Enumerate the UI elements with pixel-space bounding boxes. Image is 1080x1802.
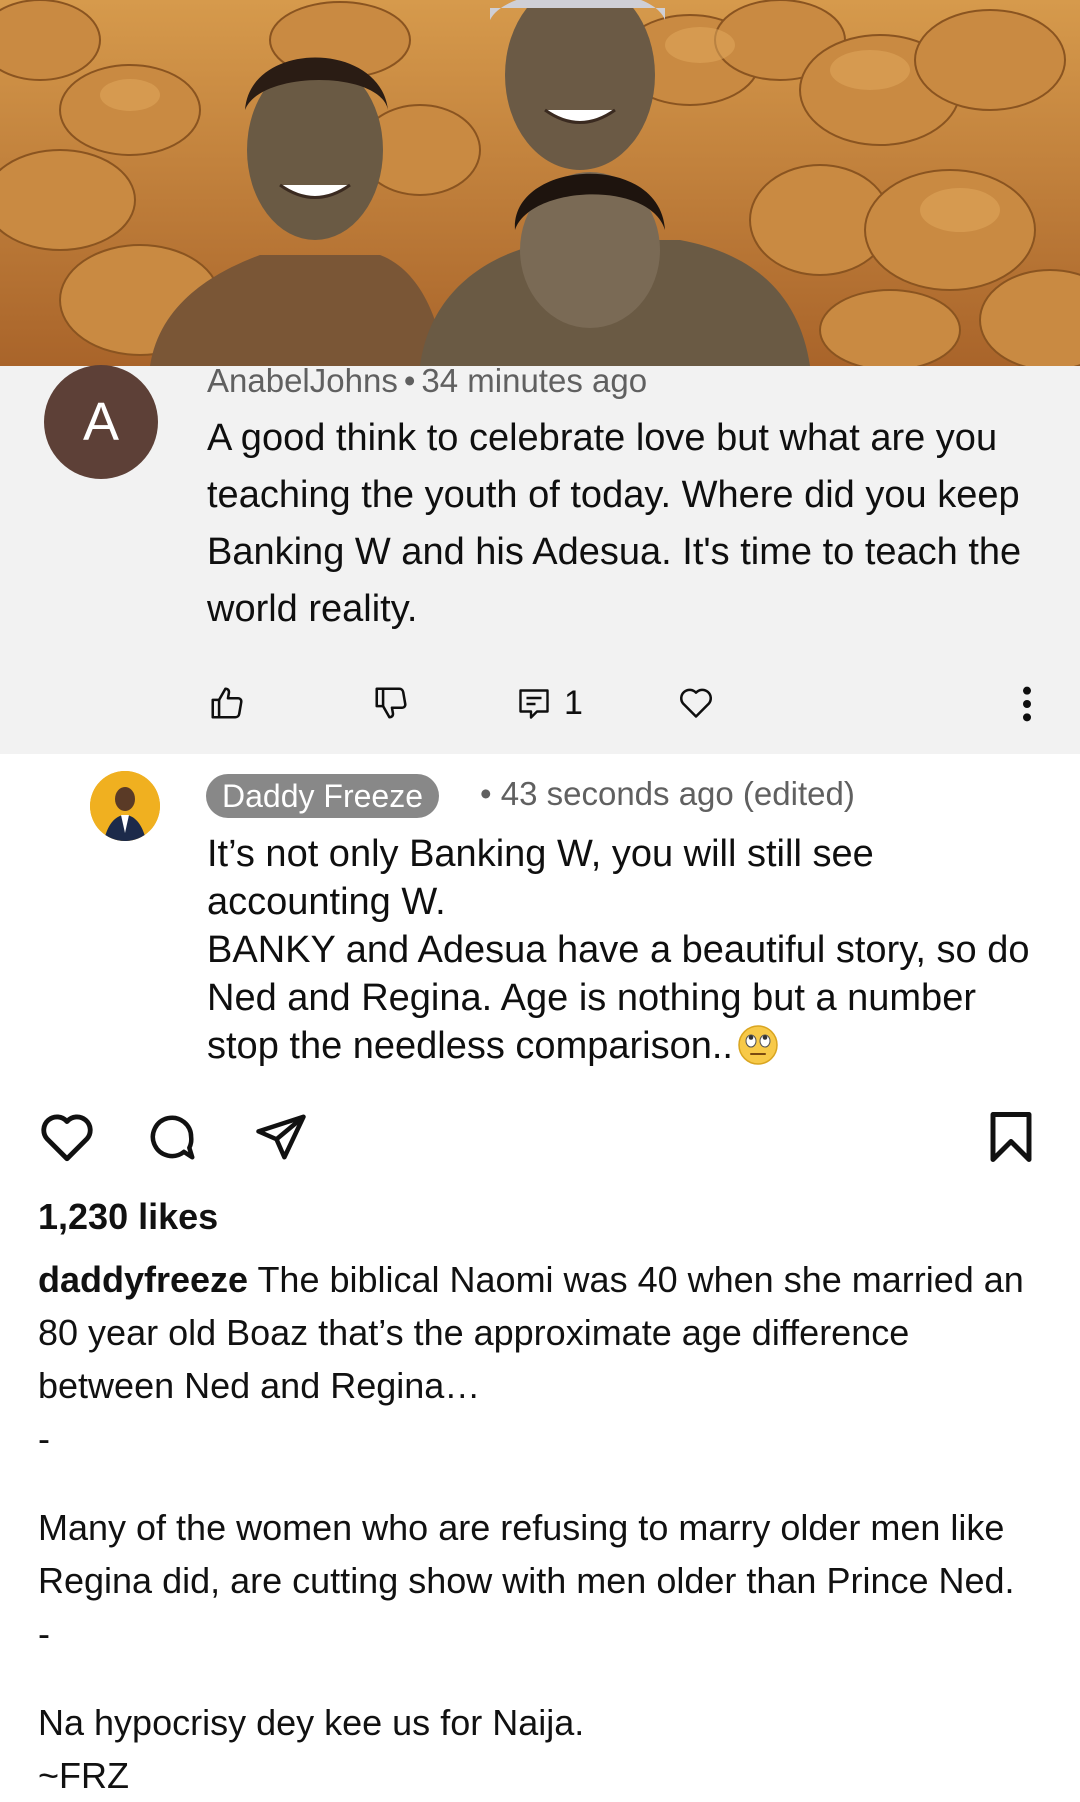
comment-icon[interactable] [145, 1110, 199, 1164]
heart-button[interactable] [676, 684, 716, 722]
caption-username[interactable]: daddyfreeze [38, 1259, 248, 1300]
avatar[interactable]: A [44, 365, 158, 479]
comment-meta: AnabelJohns • 34 minutes ago [207, 362, 647, 400]
reply-icon [519, 688, 549, 719]
thumbs-up-icon [211, 687, 243, 719]
comment-time: 34 minutes ago [421, 362, 648, 399]
author-chip[interactable]: Daddy Freeze [206, 774, 439, 818]
bookmark-icon[interactable] [986, 1110, 1036, 1164]
meta-separator: • [403, 362, 416, 399]
comment-meta: • 43 seconds ago (edited) [480, 775, 855, 813]
reply-count: 1 [564, 684, 583, 722]
caption-first: daddyfreeze The biblical Naomi was 40 wh… [38, 1253, 1048, 1412]
more-vert-icon [1023, 686, 1031, 722]
avatar[interactable] [90, 771, 160, 841]
more-options-button[interactable] [1018, 684, 1036, 724]
comment-text: It’s not only Banking W, you will still … [207, 830, 1037, 1070]
comment-line-text: BANKY and Adesua have a beautiful story,… [207, 929, 1030, 1067]
like-button[interactable] [208, 684, 246, 722]
like-count[interactable]: 1,230 likes [38, 1196, 218, 1238]
caption-signature: ~FRZ [38, 1755, 130, 1796]
caption-divider: - [38, 1418, 50, 1459]
reply-button[interactable]: 1 [516, 684, 583, 723]
dislike-button[interactable] [372, 684, 410, 722]
comment-line: It’s not only Banking W, you will still … [207, 833, 874, 923]
comment-line: BANKY and Adesua have a beautiful story,… [207, 926, 1037, 1070]
eye-roll-emoji [738, 1025, 778, 1065]
heart-icon[interactable] [38, 1110, 96, 1164]
caption-divider: - [38, 1613, 50, 1654]
comment-time: 43 seconds ago (edited) [500, 775, 855, 812]
share-icon[interactable] [254, 1110, 308, 1164]
comment-author[interactable]: AnabelJohns [207, 362, 398, 399]
meta-separator: • [480, 775, 492, 812]
post-caption: daddyfreeze The biblical Naomi was 40 wh… [38, 1253, 1048, 1802]
caption-paragraph: Na hypocrisy dey kee us for Naija. [38, 1702, 585, 1743]
comment-text: A good think to celebrate love but what … [207, 417, 1022, 630]
post-photo [0, 0, 1080, 366]
thumbs-down-icon [375, 687, 407, 719]
caption-paragraph: Many of the women who are refusing to ma… [38, 1507, 1015, 1601]
heart-icon [680, 688, 712, 718]
post-actions [0, 1110, 1080, 1170]
